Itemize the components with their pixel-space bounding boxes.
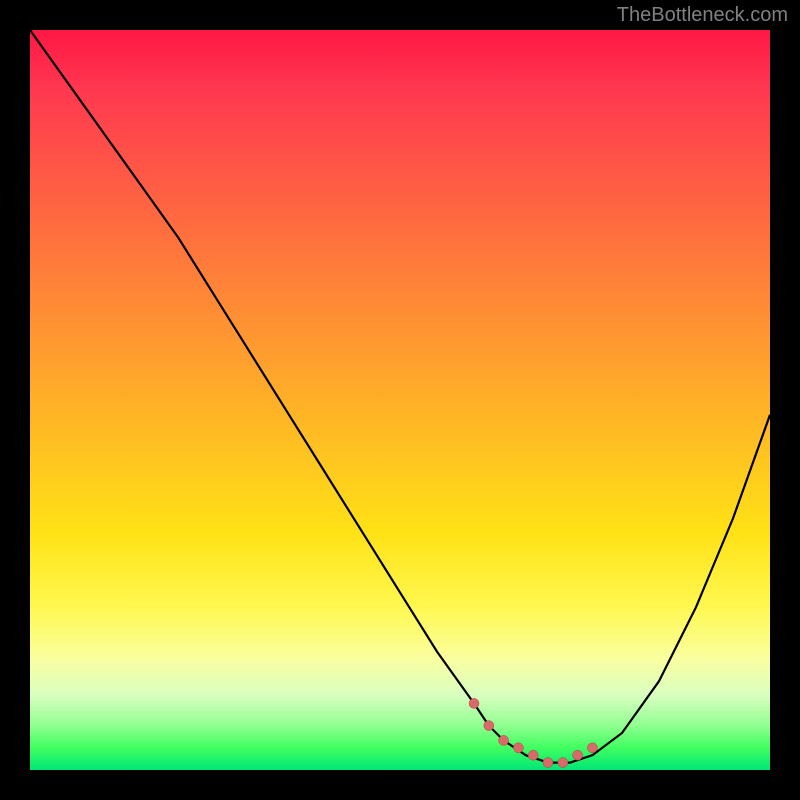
chart-marker-point [587,743,597,753]
chart-marker-point [513,743,523,753]
chart-marker-point [469,698,479,708]
chart-marker-point [499,735,509,745]
chart-curve [30,30,770,763]
chart-marker-point [528,750,538,760]
chart-marker-point [484,721,494,731]
chart-marker-point [543,758,553,768]
chart-marker-point [573,750,583,760]
chart-markers [469,698,597,767]
chart-svg [30,30,770,770]
chart-marker-point [558,758,568,768]
watermark-text: TheBottleneck.com [617,4,788,27]
chart-plot-area [30,30,770,770]
